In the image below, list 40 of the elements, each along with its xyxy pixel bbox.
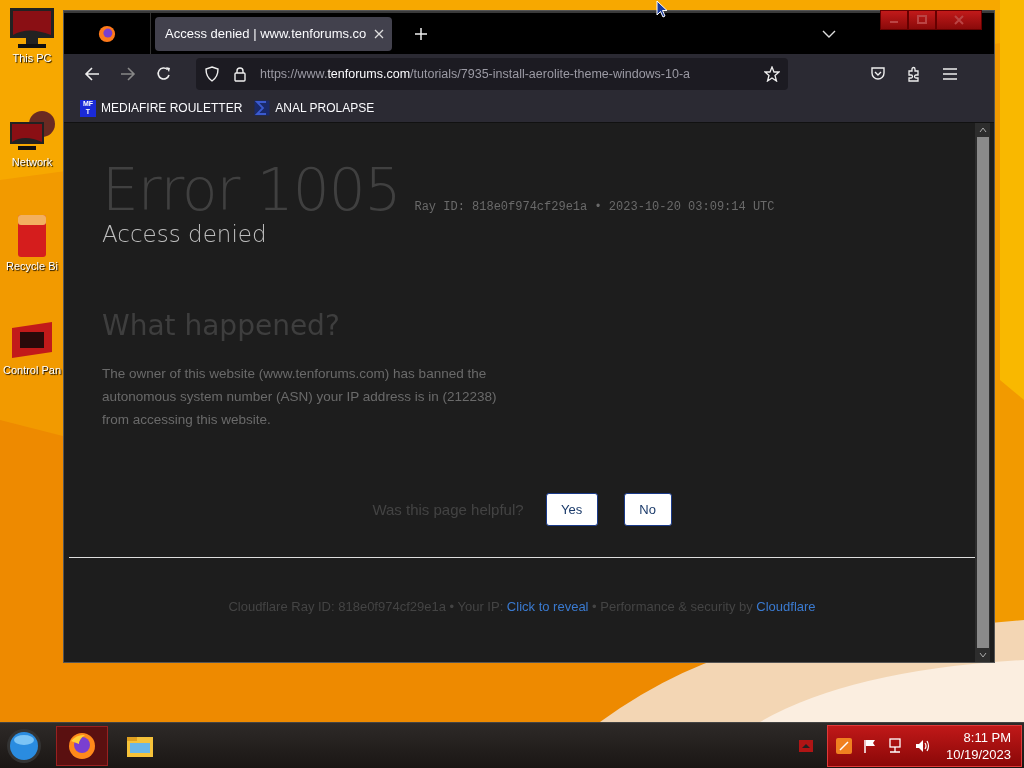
mouse-pointer-icon (656, 0, 668, 18)
error-subtitle: Access denied (101, 221, 268, 247)
monitor-icon[interactable] (8, 6, 56, 50)
scrollbar[interactable] (975, 123, 990, 662)
browser-tab[interactable]: Access denied | www.tenforums.co (155, 16, 393, 51)
forward-icon[interactable] (120, 66, 136, 82)
sigma-icon (254, 100, 271, 116)
pocket-icon[interactable] (870, 66, 886, 82)
maximize-icon (916, 15, 928, 25)
flag-icon[interactable] (861, 737, 878, 754)
shield-icon[interactable] (204, 66, 220, 82)
start-orb-icon[interactable] (6, 727, 42, 764)
star-icon[interactable] (764, 66, 780, 82)
address-bar[interactable]: https://www.tenforums.com/tutorials/7935-install-aerolite-theme-windows-10-a (196, 58, 788, 90)
menu-icon[interactable] (942, 66, 958, 82)
feedback-button[interactable]: No (623, 493, 672, 526)
firefox-icon (67, 730, 97, 761)
app-tray-icon[interactable] (835, 737, 852, 754)
clock[interactable]: 8:11 PM 10/19/2023 (945, 728, 1011, 763)
firefox-icon[interactable] (98, 24, 116, 43)
back-icon[interactable] (84, 66, 100, 82)
close-icon (953, 15, 965, 25)
bookmark-item[interactable]: ANAL PROLAPSE (254, 100, 375, 116)
ray-id-text: Ray ID: 818e0f974cf29e1a • 2023-10-20 03:09:14 UTC (414, 200, 775, 214)
close-tab-icon[interactable] (374, 28, 385, 39)
footer-link[interactable]: Click to reveal (506, 599, 589, 614)
minimize-button[interactable] (880, 10, 908, 30)
puzzle-icon[interactable] (906, 66, 922, 82)
lock-icon[interactable] (232, 66, 248, 82)
taskbar-app-button[interactable] (56, 725, 108, 766)
tab-list-chevron-icon[interactable] (822, 29, 836, 38)
scroll-down-icon[interactable] (978, 652, 987, 658)
scroll-up-icon[interactable] (978, 127, 987, 133)
explanation-text: The owner of this website (www.tenforums.com) has banned the autonomous system number (ASN) your IP address is in (212238) from accessing this website. (102, 365, 498, 429)
maximize-button[interactable] (908, 10, 936, 30)
new-tab-icon[interactable] (414, 26, 429, 41)
footer-link[interactable]: Cloudflare (756, 599, 816, 614)
reload-icon[interactable] (156, 66, 172, 82)
feedback-button[interactable]: Yes (545, 493, 598, 526)
network-icon[interactable] (887, 737, 904, 754)
